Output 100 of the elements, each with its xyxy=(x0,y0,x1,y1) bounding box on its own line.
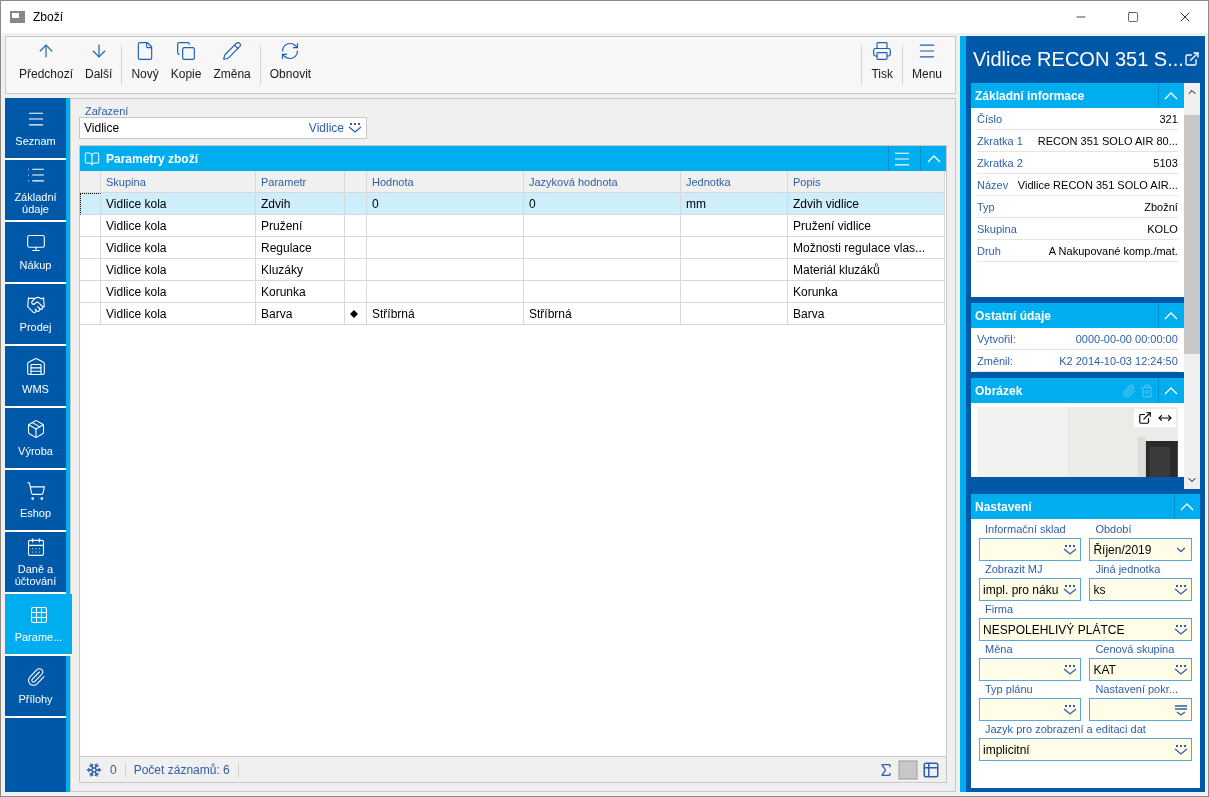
field-label: Skupina xyxy=(977,222,1017,235)
field-value: Vidlice RECON 351 SOLO AIR... xyxy=(1017,178,1178,191)
column-header: Parametr xyxy=(256,171,345,193)
table-cell: Možnosti regulace vlas... xyxy=(788,237,945,259)
lookup-icon xyxy=(1063,703,1078,716)
lookup-icon xyxy=(1173,663,1188,676)
pencil-icon xyxy=(222,41,243,61)
dropdown-field[interactable] xyxy=(979,538,1082,561)
table-cell: Pružení xyxy=(256,215,345,237)
maximize-icon xyxy=(1127,11,1139,23)
trash-icon xyxy=(1139,383,1154,398)
table-cell: Vidlice kola xyxy=(101,237,256,259)
field-value: K2 2014-10-03 12:24:50 xyxy=(1059,354,1178,367)
table-cell: 0 xyxy=(524,193,681,215)
dropdown-field[interactable]: impl. pro náku xyxy=(979,578,1082,601)
app-logo-icon xyxy=(9,9,27,25)
dropdown-field[interactable]: ks xyxy=(1089,578,1192,601)
table-cell: Vidlice kola xyxy=(101,215,256,237)
chevron-up-icon xyxy=(1164,386,1179,395)
dropdown-field[interactable]: implicitní xyxy=(979,738,1192,761)
field-label: Nastavení pokr... xyxy=(1094,683,1179,697)
field-label: Firma xyxy=(984,603,1015,617)
external-link-icon[interactable] xyxy=(1183,51,1200,67)
column-header: Jazyková hodnota xyxy=(524,171,681,193)
field-value: Zbožní xyxy=(1144,200,1178,213)
calendar-icon xyxy=(25,536,46,557)
table-cell: Vidlice kola xyxy=(101,259,256,281)
sum-icon[interactable] xyxy=(878,761,894,778)
chevron-up-icon xyxy=(926,154,941,163)
printer-icon xyxy=(872,41,893,61)
field-label: Jazyk pro zobrazení a editaci dat xyxy=(984,723,1147,737)
diamond-icon xyxy=(350,309,358,318)
table-cell: Vidlice kola xyxy=(101,303,256,325)
field-value: KOLO xyxy=(1147,222,1178,235)
header-cell xyxy=(345,171,367,193)
field-value: A Nakupované komp./mat. xyxy=(1048,244,1178,257)
table-cell: Korunka xyxy=(788,281,945,303)
table-cell: Zdvih vidlice xyxy=(788,193,945,215)
row-selector[interactable] xyxy=(80,193,101,215)
table-cell: Stříbrná xyxy=(524,303,681,325)
chevron-up-icon xyxy=(1164,311,1179,320)
lookup-icon xyxy=(1173,743,1188,756)
table-cell: Vidlice kola xyxy=(101,281,256,303)
table-settings-icon[interactable] xyxy=(922,760,940,779)
dropdown-list-icon xyxy=(1173,703,1188,716)
external-link-icon[interactable] xyxy=(1137,411,1152,425)
table-cell: Zdvih xyxy=(256,193,345,215)
table-cell: 0 xyxy=(367,193,524,215)
field-label: Jiná jednotka xyxy=(1094,563,1162,577)
field-label: Typ plánu xyxy=(984,683,1034,697)
lookup-icon xyxy=(1063,543,1078,556)
field-label: Cenová skupina xyxy=(1094,643,1176,657)
dropdown-field[interactable]: KAT xyxy=(1089,658,1192,681)
dropdown-field[interactable]: NESPOLEHLIVÝ PLÁTCE xyxy=(979,618,1192,641)
cart-icon xyxy=(25,480,46,501)
toolbar-button[interactable]: Menu xyxy=(905,41,948,85)
snowflake-icon xyxy=(86,761,102,778)
field-label: Číslo xyxy=(977,112,1003,125)
warehouse-icon xyxy=(25,356,46,377)
table-cell: Kluzáky xyxy=(256,259,345,281)
book-icon xyxy=(84,150,100,167)
box-icon xyxy=(25,418,46,439)
dropdown-field[interactable] xyxy=(1089,698,1192,721)
status-count: 0 xyxy=(110,762,126,777)
column-header: Hodnota xyxy=(367,171,524,193)
dropdown-field[interactable]: Říjen/2019 xyxy=(1089,538,1192,561)
lookup-icon xyxy=(348,122,362,134)
column-header: Jednotka xyxy=(681,171,788,193)
detail-title: Vidlice RECON 351 S... xyxy=(973,47,1184,71)
toolbar-button[interactable]: Změna xyxy=(207,41,257,85)
toolbar-button[interactable]: Další xyxy=(79,41,119,85)
table-cell: Barva xyxy=(256,303,345,325)
chevron-up-icon xyxy=(1164,91,1179,100)
window-title: Zboží xyxy=(33,10,64,24)
header-cell xyxy=(80,171,101,193)
field-label: Změnil: xyxy=(977,354,1014,367)
field-value: 321 xyxy=(1159,112,1178,125)
dropdown-field[interactable] xyxy=(979,698,1082,721)
field-value: 0000-00-00 00:00:00 xyxy=(1075,332,1178,345)
handshake-icon xyxy=(25,294,46,315)
field-label: Zkratka 1 xyxy=(977,134,1023,147)
table-cell: mm xyxy=(681,193,788,215)
classification-field[interactable]: Vidlice Vidlice xyxy=(79,117,367,139)
field-label: Druh xyxy=(977,244,1001,257)
field-label: Zkratka 2 xyxy=(977,156,1023,169)
toolbar-button[interactable]: Kopie xyxy=(164,41,208,85)
field-label: Zařazení xyxy=(84,105,130,117)
monitor-icon xyxy=(25,232,46,253)
toolbar-button[interactable]: Obnovit xyxy=(263,41,318,85)
toolbar-button[interactable]: Nový xyxy=(125,41,165,85)
table-cell: Korunka xyxy=(256,281,345,303)
field-label: Informační sklad xyxy=(984,523,1067,537)
toolbar-button[interactable]: Tisk xyxy=(865,41,899,85)
paperclip-icon xyxy=(1121,383,1136,398)
table-cell: Barva xyxy=(788,303,945,325)
dropdown-field[interactable] xyxy=(979,658,1082,681)
toolbar-button[interactable]: Předchozí xyxy=(13,41,80,85)
lookup-icon xyxy=(1063,663,1078,676)
field-value: RECON 351 SOLO AIR 80... xyxy=(1037,134,1178,147)
field-label: Měna xyxy=(984,643,1014,657)
